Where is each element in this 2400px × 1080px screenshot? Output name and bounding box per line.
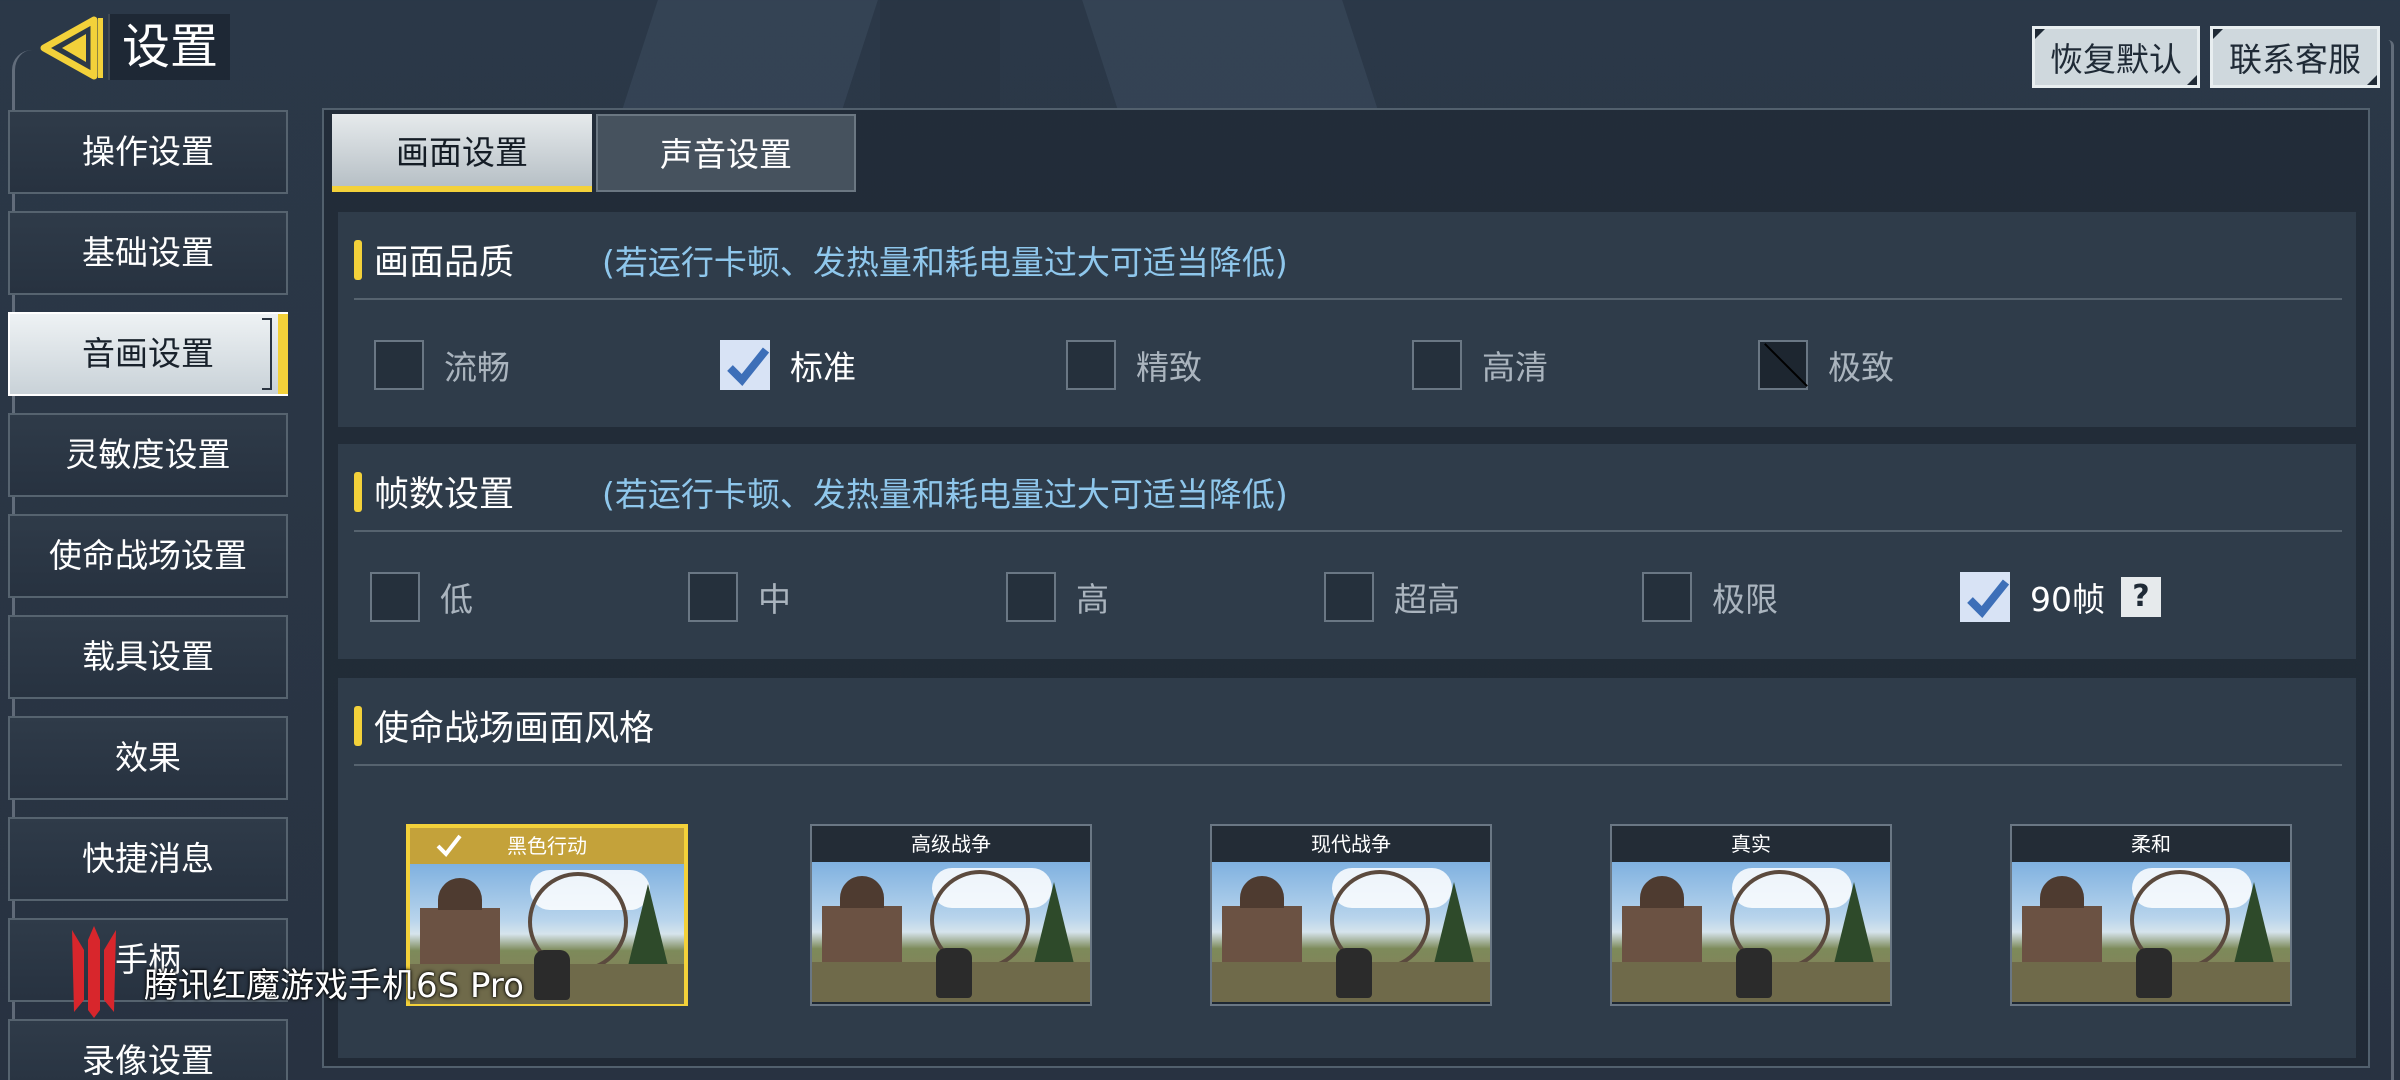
fps-option-very-high[interactable]: 超高	[1324, 570, 1460, 624]
option-label: 极限	[1712, 580, 1778, 619]
style-caption: 真实	[1612, 826, 1890, 862]
quality-option-refined[interactable]: 精致	[1066, 338, 1202, 392]
checkbox[interactable]	[1006, 572, 1056, 622]
device-watermark: 腾讯红魔游戏手机6S Pro	[144, 966, 524, 1006]
style-preview-image	[2012, 862, 2290, 1002]
option-label: 极致	[1828, 348, 1894, 387]
tab-graphics[interactable]: 画面设置	[332, 114, 592, 192]
sidebar-item-battlefield[interactable]: 使命战场设置	[8, 514, 288, 598]
checkbox[interactable]	[1412, 340, 1462, 390]
fps-option-high[interactable]: 高	[1006, 570, 1109, 624]
sidebar-item-effects[interactable]: 效果	[8, 716, 288, 800]
back-arrow-icon	[40, 16, 103, 80]
option-label: 90帧	[2030, 580, 2105, 619]
frame-rate-section: 帧数设置 (若运行卡顿、发热量和耗电量过大可适当降低) 低 中 高 超高 极限 …	[338, 444, 2356, 659]
checkbox[interactable]	[1642, 572, 1692, 622]
style-label: 黑色行动	[507, 834, 587, 858]
sidebar-item-audio-video[interactable]: 音画设置	[8, 312, 288, 396]
red-magic-logo-icon	[64, 920, 124, 1020]
checkbox[interactable]	[1324, 572, 1374, 622]
frame-edge	[2388, 40, 2394, 1080]
section-title: 使命战场画面风格	[374, 709, 655, 749]
option-label: 中	[758, 580, 791, 619]
fps-option-extreme[interactable]: 极限	[1642, 570, 1778, 624]
fps-option-low[interactable]: 低	[370, 570, 473, 624]
section-marker	[354, 240, 362, 280]
settings-sidebar: 操作设置 基础设置 音画设置 灵敏度设置 使命战场设置 载具设置 效果 快捷消息…	[8, 110, 288, 1080]
checkbox-checked[interactable]	[1960, 572, 2010, 622]
option-label: 精致	[1136, 348, 1202, 387]
selection-bracket	[262, 318, 272, 390]
checkbox-disabled	[1758, 340, 1808, 390]
graphics-quality-section: 画面品质 (若运行卡顿、发热量和耗电量过大可适当降低) 流畅 标准 精致 高清 …	[338, 212, 2356, 427]
sidebar-item-label: 音画设置	[82, 334, 214, 373]
back-button[interactable]	[36, 12, 106, 84]
style-option-soft[interactable]: 柔和	[2010, 824, 2292, 1006]
quality-option-standard[interactable]: 标准	[720, 338, 856, 392]
checkmark-icon	[1967, 579, 2010, 618]
tab-sound[interactable]: 声音设置	[596, 114, 856, 192]
style-option-realistic[interactable]: 真实	[1610, 824, 1892, 1006]
checkbox[interactable]	[1066, 340, 1116, 390]
checkbox[interactable]	[374, 340, 424, 390]
style-preview-image	[1212, 862, 1490, 1002]
checkbox-checked[interactable]	[720, 340, 770, 390]
checkbox[interactable]	[688, 572, 738, 622]
sidebar-item-quick-messages[interactable]: 快捷消息	[8, 817, 288, 901]
divider	[354, 764, 2342, 766]
style-option-advanced-warfare[interactable]: 高级战争	[810, 824, 1092, 1006]
page-title: 设置	[108, 14, 231, 80]
fps-option-90[interactable]: 90帧 ?	[1960, 570, 2161, 624]
style-preview-image	[1612, 862, 1890, 1002]
sidebar-item-recording[interactable]: 录像设置	[8, 1019, 288, 1080]
checkmark-icon	[436, 834, 462, 858]
style-caption: 高级战争	[812, 826, 1090, 862]
sidebar-item-basic[interactable]: 基础设置	[8, 211, 288, 295]
section-marker	[354, 706, 362, 746]
sidebar-item-vehicle[interactable]: 载具设置	[8, 615, 288, 699]
section-hint: (若运行卡顿、发热量和耗电量过大可适当降低)	[602, 475, 1288, 514]
section-title: 帧数设置	[374, 475, 515, 515]
section-title: 画面品质	[374, 243, 515, 283]
help-icon[interactable]: ?	[2121, 577, 2161, 617]
background-shape	[1082, 0, 1378, 110]
style-preview-image	[812, 862, 1090, 1002]
contact-support-button[interactable]: 联系客服	[2210, 26, 2380, 88]
quality-option-smooth[interactable]: 流畅	[374, 338, 510, 392]
sidebar-item-sensitivity[interactable]: 灵敏度设置	[8, 413, 288, 497]
section-hint: (若运行卡顿、发热量和耗电量过大可适当降低)	[602, 243, 1288, 282]
style-caption: 黑色行动	[410, 828, 684, 864]
option-label: 高	[1076, 580, 1109, 619]
background-shape	[880, 0, 1000, 110]
quality-option-ultra: 极致	[1758, 338, 1894, 392]
reset-defaults-button[interactable]: 恢复默认	[2032, 26, 2200, 88]
divider	[354, 298, 2342, 300]
quality-option-hd[interactable]: 高清	[1412, 338, 1548, 392]
style-caption: 柔和	[2012, 826, 2290, 862]
sidebar-item-controls[interactable]: 操作设置	[8, 110, 288, 194]
option-label: 超高	[1394, 580, 1460, 619]
divider	[354, 530, 2342, 532]
option-label: 流畅	[444, 348, 510, 387]
style-caption: 现代战争	[1212, 826, 1490, 862]
fps-option-medium[interactable]: 中	[688, 570, 791, 624]
style-option-modern-warfare[interactable]: 现代战争	[1210, 824, 1492, 1006]
section-marker	[354, 472, 362, 512]
background-shape	[622, 0, 878, 110]
checkbox[interactable]	[370, 572, 420, 622]
option-label: 低	[440, 580, 473, 619]
option-label: 高清	[1482, 348, 1548, 387]
option-label: 标准	[790, 348, 856, 387]
checkmark-icon	[727, 347, 770, 386]
